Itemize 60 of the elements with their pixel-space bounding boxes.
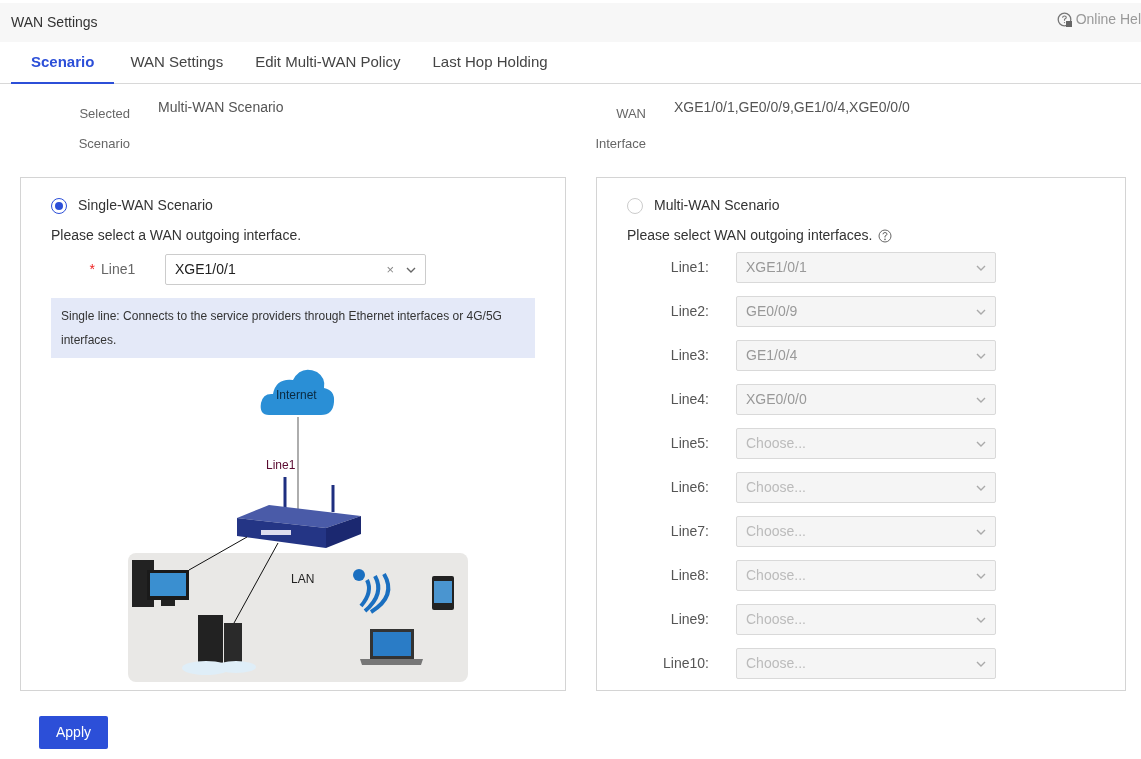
tab[interactable]: WAN Settings (114, 42, 240, 84)
interface-select[interactable]: XGE1/0/1 (736, 252, 996, 283)
help-icon[interactable] (878, 228, 893, 243)
tab[interactable]: Last Hop Holding (416, 42, 564, 84)
prompt-text: Please select WAN outgoing interfaces. (627, 226, 873, 245)
help-icon (1056, 11, 1073, 28)
field-label: Selected Scenario (77, 105, 130, 153)
radio-label: Single-WAN Scenario (78, 196, 213, 215)
radio-label: Multi-WAN Scenario (654, 196, 780, 215)
field-label: Line10: (662, 654, 709, 673)
field-label: Line5: (669, 434, 709, 453)
chevron-down-icon (976, 440, 986, 447)
chevron-down-icon (976, 528, 986, 535)
chevron-down-icon (976, 484, 986, 491)
online-help-link[interactable]: Online Hel (1056, 9, 1141, 30)
tab[interactable]: Edit Multi-WAN Policy (239, 42, 417, 84)
interface-select[interactable]: XGE1/0/1 × (165, 254, 426, 285)
chevron-down-icon (976, 308, 986, 315)
tab[interactable]: Scenario (11, 42, 115, 84)
interface-select[interactable]: Choose... (736, 604, 996, 635)
interface-select[interactable]: GE1/0/4 (736, 340, 996, 371)
field-label: Line3: (669, 346, 709, 365)
desktop-computer-drawing (132, 560, 189, 607)
wifi-signal-icon (353, 569, 391, 614)
chevron-down-icon (976, 572, 986, 579)
chevron-down-icon (976, 616, 986, 623)
field-label: Line7: (669, 522, 709, 541)
field-value: XGE1/0/1,GE0/0/9,GE1/0/4,XGE0/0/0 (674, 98, 910, 117)
interface-select[interactable]: GE0/0/9 (736, 296, 996, 327)
interface-select[interactable]: Choose... (736, 516, 996, 547)
clear-icon[interactable]: × (386, 259, 394, 280)
chevron-down-icon (976, 396, 986, 403)
interface-select[interactable]: Choose... (736, 472, 996, 503)
diagram-label: Internet (276, 387, 317, 404)
chevron-down-icon (976, 264, 986, 271)
required-asterisk: * (88, 260, 96, 279)
interface-select[interactable]: Choose... (736, 560, 996, 591)
field-label: Line6: (669, 478, 709, 497)
field-label: Line1 (101, 260, 137, 279)
interface-select[interactable]: Choose... (736, 428, 996, 459)
field-label: Line4: (669, 390, 709, 409)
field-value: Multi-WAN Scenario (158, 98, 284, 117)
diagram-label: Line1 (266, 457, 296, 474)
chevron-down-icon (976, 660, 986, 667)
field-label: Line1: (669, 258, 709, 277)
field-label: Line9: (669, 610, 709, 629)
field-label: WAN Interface (594, 105, 646, 153)
diagram-label: LAN (291, 571, 315, 588)
apply-button[interactable]: Apply (39, 716, 109, 749)
prompt-text: Please select a WAN outgoing interface. (51, 226, 303, 245)
field-label: Line2: (669, 302, 709, 321)
info-note: Single line: Connects to the service providers through Ethernet interfaces or 4G/5G interfaces. (51, 298, 535, 358)
interface-select[interactable]: Choose... (736, 648, 996, 679)
interface-select[interactable]: XGE0/0/0 (736, 384, 996, 415)
page-title: WAN Settings (11, 13, 98, 32)
chevron-down-icon (406, 266, 416, 273)
smartphone-drawing (432, 576, 454, 610)
chevron-down-icon (976, 352, 986, 359)
laptop-drawing (360, 629, 423, 665)
field-label: Line8: (669, 566, 709, 585)
